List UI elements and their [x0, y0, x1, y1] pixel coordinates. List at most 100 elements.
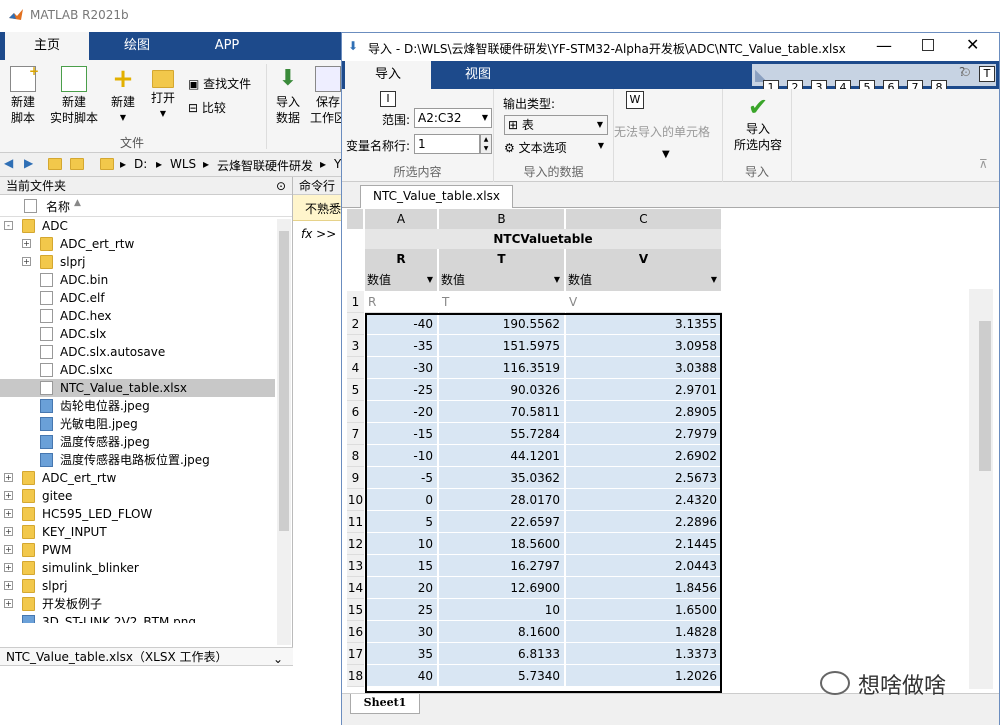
table-cell[interactable]: 2.7979 [566, 423, 722, 445]
grid-scrollbar[interactable] [969, 289, 993, 689]
table-cell[interactable]: 2.4320 [566, 489, 722, 511]
table-cell[interactable]: 10 [365, 533, 438, 555]
type-dropdown-icon[interactable]: ▼ [427, 269, 433, 291]
expand-icon[interactable]: + [4, 563, 13, 572]
file-item[interactable]: 光敏电阻.jpeg [0, 415, 275, 433]
table-cell[interactable]: 90.0326 [439, 379, 565, 401]
quick-key-t[interactable]: T [979, 66, 995, 82]
table-cell[interactable]: 3.0958 [566, 335, 722, 357]
open-button[interactable]: 打开 ▼ [146, 66, 180, 122]
table-cell[interactable]: 1.6500 [566, 599, 722, 621]
tab-import[interactable]: 导入 [345, 61, 431, 89]
table-cell[interactable]: 0 [365, 489, 438, 511]
maximize-icon[interactable] [922, 39, 934, 51]
file-item[interactable]: ADC.slx [0, 325, 275, 343]
file-item[interactable]: ADC.hex [0, 307, 275, 325]
output-type-dropdown-icon[interactable]: ▼ [597, 116, 603, 134]
variable-name-cell[interactable]: V [566, 249, 722, 269]
unimportable-dropdown-icon[interactable]: ▼ [662, 149, 670, 160]
table-cell[interactable]: 2.9701 [566, 379, 722, 401]
table-cell[interactable]: 30 [365, 621, 438, 643]
range-dropdown-icon[interactable]: ▼ [482, 109, 488, 127]
file-item[interactable]: NTC_Value_table.xlsx [0, 379, 275, 397]
folder-scrollbar-thumb[interactable] [279, 231, 289, 531]
file-item[interactable]: ADC.bin [0, 271, 275, 289]
table-cell[interactable]: 5 [365, 511, 438, 533]
import-selection-button[interactable]: ✔ 导入 所选内容 [723, 93, 793, 153]
type-dropdown-icon[interactable]: ▼ [711, 269, 717, 291]
table-cell[interactable]: -15 [365, 423, 438, 445]
table-cell[interactable]: 6.8133 [439, 643, 565, 665]
folder-item[interactable]: + gitee [0, 487, 275, 505]
table-cell[interactable]: -40 [365, 313, 438, 335]
folder-item[interactable]: + ADC_ert_rtw [0, 469, 275, 487]
expand-icon[interactable]: + [4, 599, 13, 608]
tab-plots[interactable]: 绘图 [95, 32, 179, 60]
table-cell[interactable]: -10 [365, 445, 438, 467]
varname-input[interactable]: 1 [414, 134, 480, 154]
header-row-cell[interactable]: T [439, 291, 565, 313]
table-cell[interactable]: 2.2896 [566, 511, 722, 533]
table-cell[interactable]: 16.2797 [439, 555, 565, 577]
grid-scrollbar-thumb[interactable] [979, 321, 991, 471]
browse-folder-icon[interactable] [70, 158, 84, 170]
compare-button[interactable]: ⊟ 比较 [188, 100, 260, 116]
table-cell[interactable]: 2.6902 [566, 445, 722, 467]
table-cell[interactable]: 190.5562 [439, 313, 565, 335]
variable-type-select[interactable]: 数值 ▼ [365, 269, 438, 291]
table-cell[interactable]: 12.6900 [439, 577, 565, 599]
table-cell[interactable]: 8.1600 [439, 621, 565, 643]
column-header[interactable]: C [566, 209, 722, 229]
folder-item[interactable]: + HC595_LED_FLOW [0, 505, 275, 523]
path-segment[interactable]: WLS [170, 157, 196, 171]
variable-name-cell[interactable]: T [439, 249, 565, 269]
tab-home[interactable]: 主页 [5, 32, 89, 60]
table-name-label[interactable]: NTCValuetable [365, 229, 722, 249]
header-row-cell[interactable]: R [365, 291, 438, 313]
file-item[interactable]: 温度传感器.jpeg [0, 433, 275, 451]
table-cell[interactable]: 35 [365, 643, 438, 665]
table-cell[interactable]: 18.5600 [439, 533, 565, 555]
table-cell[interactable]: -20 [365, 401, 438, 423]
variable-type-select[interactable]: 数值 ▼ [566, 269, 722, 291]
table-cell[interactable]: -35 [365, 335, 438, 357]
file-item[interactable]: ADC.elf [0, 289, 275, 307]
tab-apps[interactable]: APP [185, 32, 269, 60]
folder-item[interactable]: + simulink_blinker [0, 559, 275, 577]
table-cell[interactable]: -25 [365, 379, 438, 401]
new-script-button[interactable]: + 新建 脚本 [4, 64, 42, 126]
file-item[interactable]: 齿轮电位器.jpeg [0, 397, 275, 415]
text-options-button[interactable]: ⚙ 文本选项 ▼ [504, 139, 608, 159]
new-live-script-button[interactable]: 新建 实时脚本 [46, 66, 102, 126]
folder-item[interactable]: + slprj [0, 577, 275, 595]
expand-icon[interactable]: + [4, 473, 13, 482]
file-item[interactable]: ADC.slx.autosave [0, 343, 275, 361]
table-cell[interactable]: 3.1355 [566, 313, 722, 335]
expand-icon[interactable]: + [4, 581, 13, 590]
expand-icon[interactable]: + [4, 545, 13, 554]
table-cell[interactable]: 15 [365, 555, 438, 577]
table-cell[interactable]: 55.7284 [439, 423, 565, 445]
back-arrow-icon[interactable]: ◀ [4, 156, 13, 170]
table-cell[interactable]: -5 [365, 467, 438, 489]
table-cell[interactable]: 22.6597 [439, 511, 565, 533]
range-input[interactable]: A2:C32 ▼ [414, 108, 492, 128]
table-cell[interactable]: 40 [365, 665, 438, 687]
expand-icon[interactable]: + [4, 491, 13, 500]
up-folder-icon[interactable] [48, 158, 62, 170]
table-cell[interactable]: 70.5811 [439, 401, 565, 423]
file-item[interactable]: ADC.slxc [0, 361, 275, 379]
name-column-header[interactable]: 名称 ▲ [0, 195, 292, 217]
table-cell[interactable]: 28.0170 [439, 489, 565, 511]
table-cell[interactable]: -30 [365, 357, 438, 379]
path-segment[interactable]: D: [134, 157, 147, 171]
table-cell[interactable]: 1.8456 [566, 577, 722, 599]
varname-spinner[interactable]: ▲ ▼ [480, 134, 492, 154]
table-cell[interactable]: 2.5673 [566, 467, 722, 489]
expand-icon[interactable]: + [22, 239, 31, 248]
panel-menu-icon[interactable]: ⊙ [276, 177, 286, 195]
doc-tab-ntc[interactable]: NTC_Value_table.xlsx [360, 185, 513, 208]
column-header[interactable]: B [439, 209, 565, 229]
variable-name-cell[interactable]: R [365, 249, 438, 269]
import-data-button[interactable]: ⬇ 导入 数据 [270, 66, 306, 126]
